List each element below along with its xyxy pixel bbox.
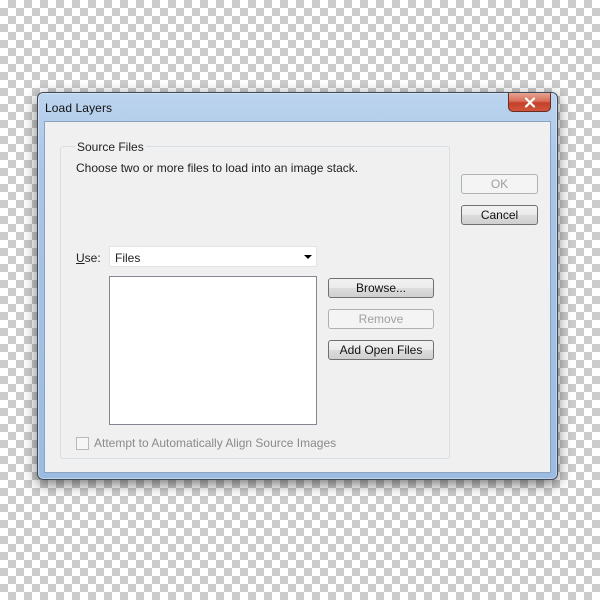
source-files-description: Choose two or more files to load into an… <box>76 161 359 175</box>
window-title: Load Layers <box>45 101 113 115</box>
ok-button[interactable]: OK <box>461 174 538 194</box>
use-label: Use: <box>76 251 101 265</box>
align-images-option[interactable]: Attempt to Automatically Align Source Im… <box>76 435 336 451</box>
align-images-checkbox[interactable] <box>76 436 89 450</box>
load-layers-dialog: Load Layers Source Files Choose two or m… <box>37 92 558 480</box>
use-select-value: Files <box>115 251 141 265</box>
align-images-label: Attempt to Automatically Align Source Im… <box>94 436 337 450</box>
source-files-legend: Source Files <box>75 140 146 154</box>
use-select[interactable]: Files <box>109 246 317 267</box>
chevron-down-icon <box>304 255 312 259</box>
use-label-rest: se: <box>84 251 101 265</box>
title-bar[interactable]: Load Layers <box>38 93 557 121</box>
use-label-mnemonic: U <box>76 251 85 265</box>
dialog-body: Source Files Choose two or more files to… <box>44 121 551 473</box>
file-list[interactable] <box>109 276 317 425</box>
close-button[interactable] <box>508 93 551 112</box>
remove-button[interactable]: Remove <box>328 309 434 329</box>
browse-button[interactable]: Browse... <box>328 278 434 298</box>
close-icon <box>524 96 536 108</box>
cancel-button[interactable]: Cancel <box>461 205 538 225</box>
add-open-files-button[interactable]: Add Open Files <box>328 340 434 360</box>
